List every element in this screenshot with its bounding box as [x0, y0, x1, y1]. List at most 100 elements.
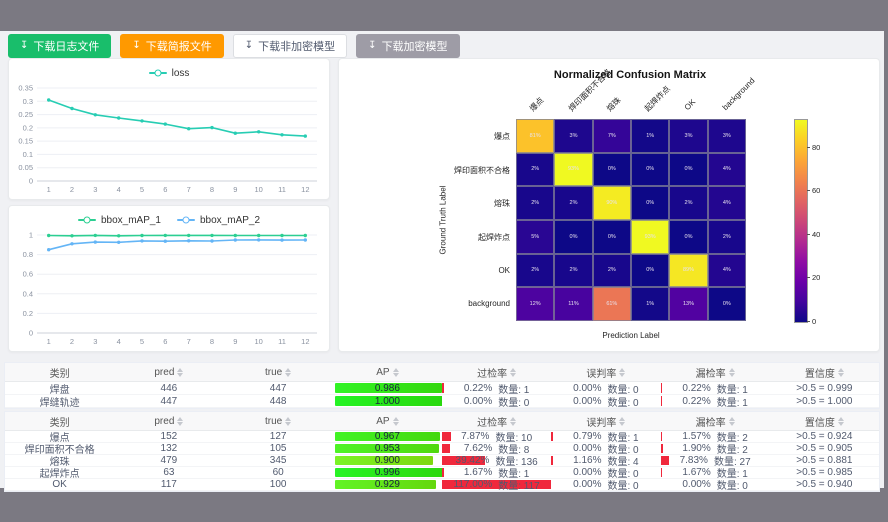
download-toolbar: ↧ 下载日志文件 ↧ 下载简报文件 ↧ 下载非加密模型 ↧ 下载加密模型: [8, 34, 460, 58]
sort-icon[interactable]: [838, 417, 844, 426]
cm-cell: 7%: [593, 119, 631, 153]
miss-detect-cell: 0.22% 数量: 1: [661, 382, 770, 394]
rate-count: 数量: 0: [607, 467, 638, 478]
column-header-误判率[interactable]: 误判率: [551, 414, 660, 429]
download-log-button[interactable]: ↧ 下载日志文件: [8, 34, 111, 58]
rate-percent: 0.22%: [682, 383, 710, 394]
map-chart-card: bbox_mAP_1bbox_mAP_2 00.20.40.60.8112345…: [8, 205, 330, 352]
legend-item-bbox_mAP_1[interactable]: bbox_mAP_1: [78, 215, 161, 226]
sort-icon[interactable]: [729, 368, 735, 377]
sort-icon[interactable]: [285, 417, 291, 426]
download-unencrypted-model-button[interactable]: ↧ 下载非加密模型: [233, 34, 347, 58]
sort-icon[interactable]: [619, 368, 625, 377]
colorbar-tick-label: 80: [812, 143, 820, 152]
rate-count: 数量: 1: [717, 467, 748, 478]
legend-item-bbox_mAP_2[interactable]: bbox_mAP_2: [177, 215, 260, 226]
ap-cell: 0.986: [333, 382, 442, 394]
sort-icon[interactable]: [510, 368, 516, 377]
svg-text:5: 5: [140, 185, 144, 194]
svg-text:2: 2: [70, 185, 74, 194]
sort-icon[interactable]: [177, 417, 183, 426]
cm-cell: 0%: [593, 220, 631, 254]
svg-text:12: 12: [301, 337, 309, 346]
cm-cell: 1%: [631, 287, 669, 321]
class-name-cell: 爆点: [5, 431, 114, 442]
sort-icon[interactable]: [393, 417, 399, 426]
svg-text:0.25: 0.25: [18, 110, 33, 119]
column-header-过检率[interactable]: 过检率: [442, 365, 551, 380]
cm-row-label: 熔珠: [360, 198, 510, 209]
ap-cell: 0.929: [333, 479, 442, 490]
svg-text:0.2: 0.2: [23, 309, 33, 318]
svg-text:3: 3: [93, 185, 97, 194]
column-header-pred[interactable]: pred: [114, 367, 223, 378]
ap-cell: 0.967: [333, 431, 442, 442]
ap-cell: 0.996: [333, 467, 442, 478]
download-encrypted-model-button[interactable]: ↧ 下载加密模型: [356, 34, 459, 58]
rate-percent: 1.16%: [573, 455, 601, 466]
sort-icon[interactable]: [285, 368, 291, 377]
rate-count: 数量: 0: [607, 395, 638, 407]
cm-column-label: OK: [682, 97, 697, 112]
map-line-chart[interactable]: 00.20.40.60.81123456789101112: [9, 229, 327, 348]
column-header-过检率[interactable]: 过检率: [442, 414, 551, 429]
column-header-pred[interactable]: pred: [114, 416, 223, 427]
legend-item-loss[interactable]: loss: [149, 68, 190, 79]
column-header-true[interactable]: true: [224, 367, 333, 378]
rate-count: 数量: 8: [498, 443, 529, 454]
sort-icon[interactable]: [510, 417, 516, 426]
rate-bar: [661, 432, 663, 441]
column-header-true[interactable]: true: [224, 416, 333, 427]
colorbar-tick: [807, 321, 810, 322]
confidence-cell: >0.5 = 0.940: [770, 479, 879, 490]
column-header-AP[interactable]: AP: [333, 416, 442, 427]
cm-cell: 90%: [593, 186, 631, 220]
download-report-button[interactable]: ↧ 下载简报文件: [120, 34, 223, 58]
rate-percent: 7.87%: [461, 431, 489, 442]
column-header-漏检率[interactable]: 漏检率: [661, 414, 770, 429]
column-header-误判率[interactable]: 误判率: [551, 365, 660, 380]
over-detect-cell: 0.22%数量: 1: [442, 382, 551, 394]
rate-count: 数量: 1: [607, 431, 638, 442]
column-header-AP[interactable]: AP: [333, 367, 442, 378]
sort-icon[interactable]: [619, 417, 625, 426]
rate-count: 数量: 136: [495, 455, 537, 466]
sort-icon[interactable]: [393, 368, 399, 377]
cm-row-label: 焊印面积不合格: [360, 165, 510, 176]
cm-column-label: 熔珠: [604, 95, 623, 114]
column-header-label: pred: [154, 367, 174, 378]
rate-count: 数量: 0: [607, 479, 638, 490]
svg-text:10: 10: [254, 337, 262, 346]
cm-cell: 11%: [554, 287, 592, 321]
table-row: 熔珠4793450.90039.42%数量: 1361.16%数量: 47.83…: [5, 455, 879, 467]
rate-count: 数量: 1: [717, 395, 748, 407]
rate-percent: 0.00%: [573, 479, 601, 490]
ap-cell: 0.953: [333, 443, 442, 454]
svg-text:1: 1: [47, 337, 51, 346]
column-header-漏检率[interactable]: 漏检率: [661, 365, 770, 380]
rate-percent: 7.62%: [464, 443, 492, 454]
column-header-label: 类别: [50, 414, 70, 429]
cm-row-label: background: [360, 299, 510, 308]
ap-value: 1.000: [375, 396, 400, 407]
rate-count: 数量: 4: [607, 455, 638, 466]
loss-line-chart[interactable]: 00.050.10.150.20.250.30.3512345678910111…: [9, 82, 327, 196]
rate-bar: [661, 456, 670, 465]
sort-icon[interactable]: [177, 368, 183, 377]
rate-count: 数量: 1: [717, 382, 748, 394]
sort-icon[interactable]: [838, 368, 844, 377]
column-header-置信度[interactable]: 置信度: [770, 365, 879, 380]
column-header-label: 置信度: [805, 414, 835, 429]
svg-text:8: 8: [210, 185, 214, 194]
column-header-label: 过检率: [477, 365, 507, 380]
sort-icon[interactable]: [729, 417, 735, 426]
rate-bar: [442, 468, 444, 477]
rate-percent: 1.67%: [464, 467, 492, 478]
ap-value: 0.986: [375, 383, 400, 394]
colorbar-tick-label: 60: [812, 186, 820, 195]
true-cell: 100: [224, 479, 333, 490]
column-header-置信度[interactable]: 置信度: [770, 414, 879, 429]
rate-percent: 1.67%: [682, 467, 710, 478]
svg-text:4: 4: [117, 185, 121, 194]
dashboard-content: ↧ 下载日志文件 ↧ 下载简报文件 ↧ 下载非加密模型 ↧ 下载加密模型 los…: [0, 31, 884, 488]
